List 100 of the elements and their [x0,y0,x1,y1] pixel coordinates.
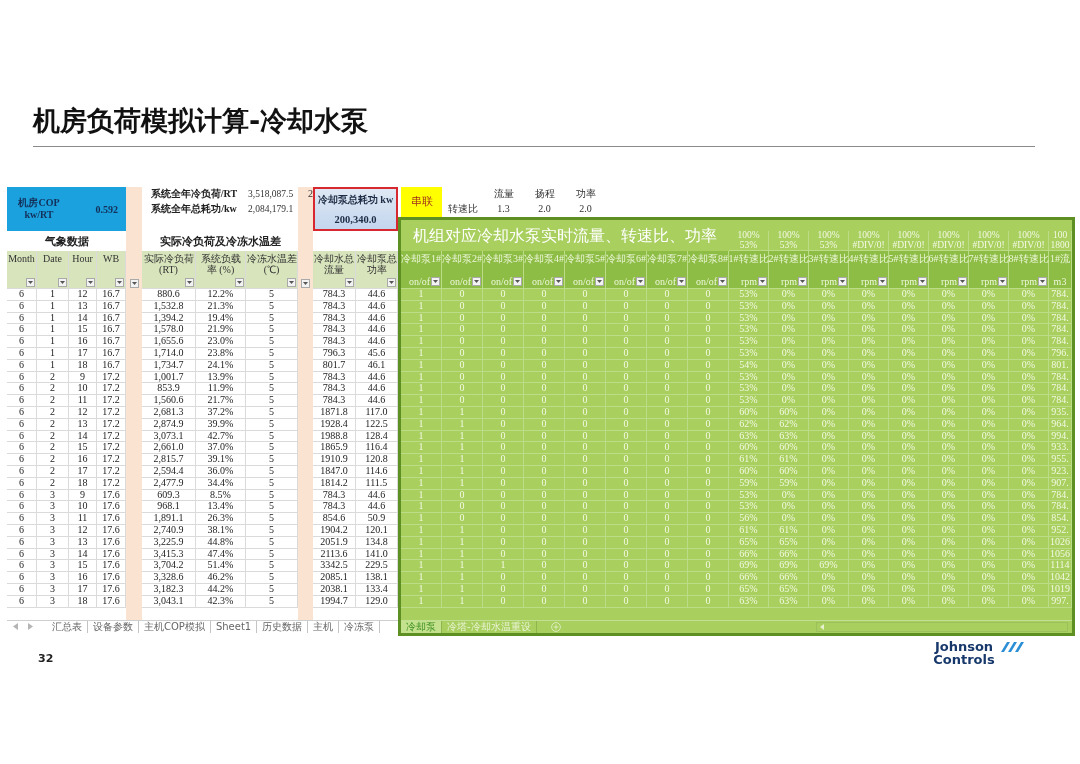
speed-ratio-label: 转速比 [446,202,479,216]
table-cell: 69% [729,560,769,573]
horizontal-scrollbar[interactable] [816,621,1068,632]
table-cell: 923. [1049,465,1072,478]
column-unit: on/of [490,276,512,287]
table-cell: 1 [401,336,442,348]
filter-button[interactable] [998,277,1007,286]
table-cell: 54% [729,359,769,372]
table-cell: 0% [889,583,929,596]
filter-button[interactable] [185,278,194,287]
table-cell: 5 [246,371,298,384]
table-cell: 2 [37,477,69,490]
table-cell: 0% [969,336,1009,348]
filter-button[interactable] [235,278,244,287]
filter-button[interactable] [301,279,310,288]
table-cell: 0 [606,572,647,584]
table-cell: 0 [524,465,565,478]
table-cell: 0 [565,477,606,490]
filter-button[interactable] [345,278,354,287]
table-cell: 5 [246,489,298,502]
table-cell: 0 [483,454,524,466]
column-title: 8#转速比 [1008,253,1049,264]
table-cell: 0% [929,583,969,596]
table-cell: 0% [809,536,849,549]
table-cell: 6 [7,430,37,443]
filter-button[interactable] [636,277,645,286]
table-cell: 3342.5 [313,560,356,573]
table-cell: 17.6 [97,572,126,584]
filter-button[interactable] [129,279,139,288]
table-cell: 907. [1049,477,1072,490]
table-cell: 0% [929,536,969,549]
table-cell: 0% [969,560,1009,573]
column-title: 5#转速比 [888,253,929,264]
table-cell: 0% [809,572,849,584]
table-cell: 60% [729,465,769,478]
table-cell: 6 [7,289,37,301]
filter-button[interactable] [287,278,296,287]
column-unit: on/of [531,276,553,287]
sheet-tab[interactable]: 汇总表 [47,620,88,633]
table-cell: 952. [1049,524,1072,537]
filter-button[interactable] [958,277,967,286]
table-cell: 0% [889,300,929,313]
filter-button[interactable] [1038,277,1047,286]
sheet-tab[interactable]: Sheet1 [210,620,258,633]
filter-button[interactable] [115,278,124,287]
table-cell: 6 [7,583,37,596]
table-cell: 5 [246,524,298,537]
filter-button[interactable] [431,277,440,286]
table-cell: 0 [565,383,606,396]
table-cell: 14 [69,548,97,561]
table-cell: 0% [1009,548,1049,561]
table-cell: 1,578.0 [142,324,196,337]
table-cell: 1 [401,513,442,525]
filter-button[interactable] [758,277,767,286]
filter-button[interactable] [387,278,396,287]
filter-button[interactable] [878,277,887,286]
table-cell: 0% [1009,501,1049,514]
table-cell: 0% [849,336,889,348]
filter-button[interactable] [677,277,686,286]
filter-button[interactable] [838,277,847,286]
filter-button[interactable] [718,277,727,286]
table-cell: 784.3 [313,300,356,313]
filter-button[interactable] [918,277,927,286]
sheet-tab[interactable]: 主机 [308,620,340,633]
table-cell: 0 [606,430,647,443]
sheet-tab[interactable]: 冷冻泵 [339,620,381,633]
filter-button[interactable] [554,277,563,286]
filter-button[interactable] [595,277,604,286]
filter-button[interactable] [86,278,95,287]
dropdown-caret-icon [303,282,308,285]
table-cell: 5 [246,348,298,360]
sheet-tab[interactable]: 设备参数 [88,620,139,633]
filter-button[interactable] [798,277,807,286]
filter-button[interactable] [58,278,67,287]
table-cell: 0% [969,536,1009,549]
sheet-tab[interactable]: 主机COP模拟 [139,620,211,633]
factor-label: 功率 [574,187,597,201]
column-title: 冷却泵2# [442,253,482,264]
table-cell: 1,714.0 [142,348,196,360]
filter-button[interactable] [472,277,481,286]
filter-button[interactable] [513,277,522,286]
sheet-tab[interactable]: 历史数据 [257,620,309,633]
dropdown-caret-icon [289,281,294,284]
factor-label: 流量 [492,187,515,201]
filter-button[interactable] [26,278,35,287]
column-title: 冷却泵5# [565,253,605,264]
column-title: 冷却泵1# [401,253,441,264]
table-cell: 3,182.3 [142,583,196,596]
table-cell: 1 [401,536,442,549]
table-cell: 0% [849,454,889,466]
table-cell: 17.2 [97,465,126,478]
table-cell: 994. [1049,430,1072,443]
table-cell: 0% [1009,536,1049,549]
table-cell: 5 [246,572,298,584]
column-title: 系统负载率 (%) [199,253,242,275]
table-cell: 0 [606,548,647,561]
table-cell: 0 [524,324,565,337]
table-cell: 3,073.1 [142,430,196,443]
table-cell: 968.1 [142,501,196,514]
table-cell: 784.3 [313,312,356,325]
